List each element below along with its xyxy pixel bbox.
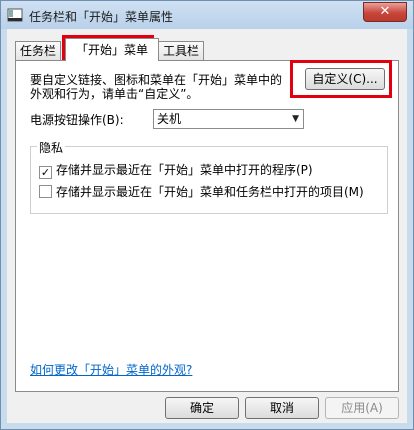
power-button-label: 电源按钮操作(B):	[30, 113, 124, 127]
cancel-button[interactable]: 取消	[245, 397, 319, 419]
apply-button[interactable]: 应用(A)	[325, 397, 399, 419]
tab-start-menu[interactable]: 「开始」菜单	[65, 38, 160, 61]
close-button[interactable]: ✕	[363, 2, 407, 22]
window-title: 任务栏和「开始」菜单属性	[29, 10, 174, 24]
checkbox-label: 存储并显示最近在「开始」菜单和任务栏中打开的项目(M)	[56, 185, 364, 199]
help-link[interactable]: 如何更改「开始」菜单的外观?	[30, 361, 192, 378]
checkbox-recent-items[interactable]: 存储并显示最近在「开始」菜单和任务栏中打开的项目(M)	[39, 183, 364, 200]
taskbar-icon	[7, 8, 23, 22]
power-button-select[interactable]: 关机 ▼	[153, 109, 304, 129]
tab-taskbar[interactable]: 任务栏	[15, 41, 62, 60]
tab-toolbars[interactable]: 工具栏	[158, 41, 205, 60]
privacy-group: 隐私 ✓ 存储并显示最近在「开始」菜单中打开的程序(P) 存储并显示最近在「开始」…	[30, 139, 388, 214]
properties-window: 任务栏和「开始」菜单属性 ✕ 任务栏 「开始」菜单 工具栏 要自定义链接、图标和…	[0, 0, 414, 430]
chevron-down-icon: ▼	[292, 114, 299, 124]
checkbox-label: 存储并显示最近在「开始」菜单中打开的程序(P)	[56, 163, 313, 177]
checkbox-checked-icon[interactable]: ✓	[39, 166, 52, 179]
tab-content: 要自定义链接、图标和菜单在「开始」菜单中的外观和行为，请单击“自定义”。 自定义…	[15, 60, 399, 392]
customize-button[interactable]: 自定义(C)...	[305, 68, 385, 90]
checkbox-recent-programs[interactable]: ✓ 存储并显示最近在「开始」菜单中打开的程序(P)	[39, 161, 313, 179]
ok-button[interactable]: 确定	[165, 397, 239, 419]
title-bar[interactable]: 任务栏和「开始」菜单属性 ✕	[1, 1, 413, 29]
dialog-client: 任务栏 「开始」菜单 工具栏 要自定义链接、图标和菜单在「开始」菜单中的外观和行…	[7, 29, 407, 423]
power-button-value: 关机	[157, 112, 182, 126]
checkbox-empty-icon[interactable]	[39, 185, 52, 198]
description-text: 要自定义链接、图标和菜单在「开始」菜单中的外观和行为，请单击“自定义”。	[30, 73, 283, 101]
privacy-title: 隐私	[37, 139, 66, 156]
